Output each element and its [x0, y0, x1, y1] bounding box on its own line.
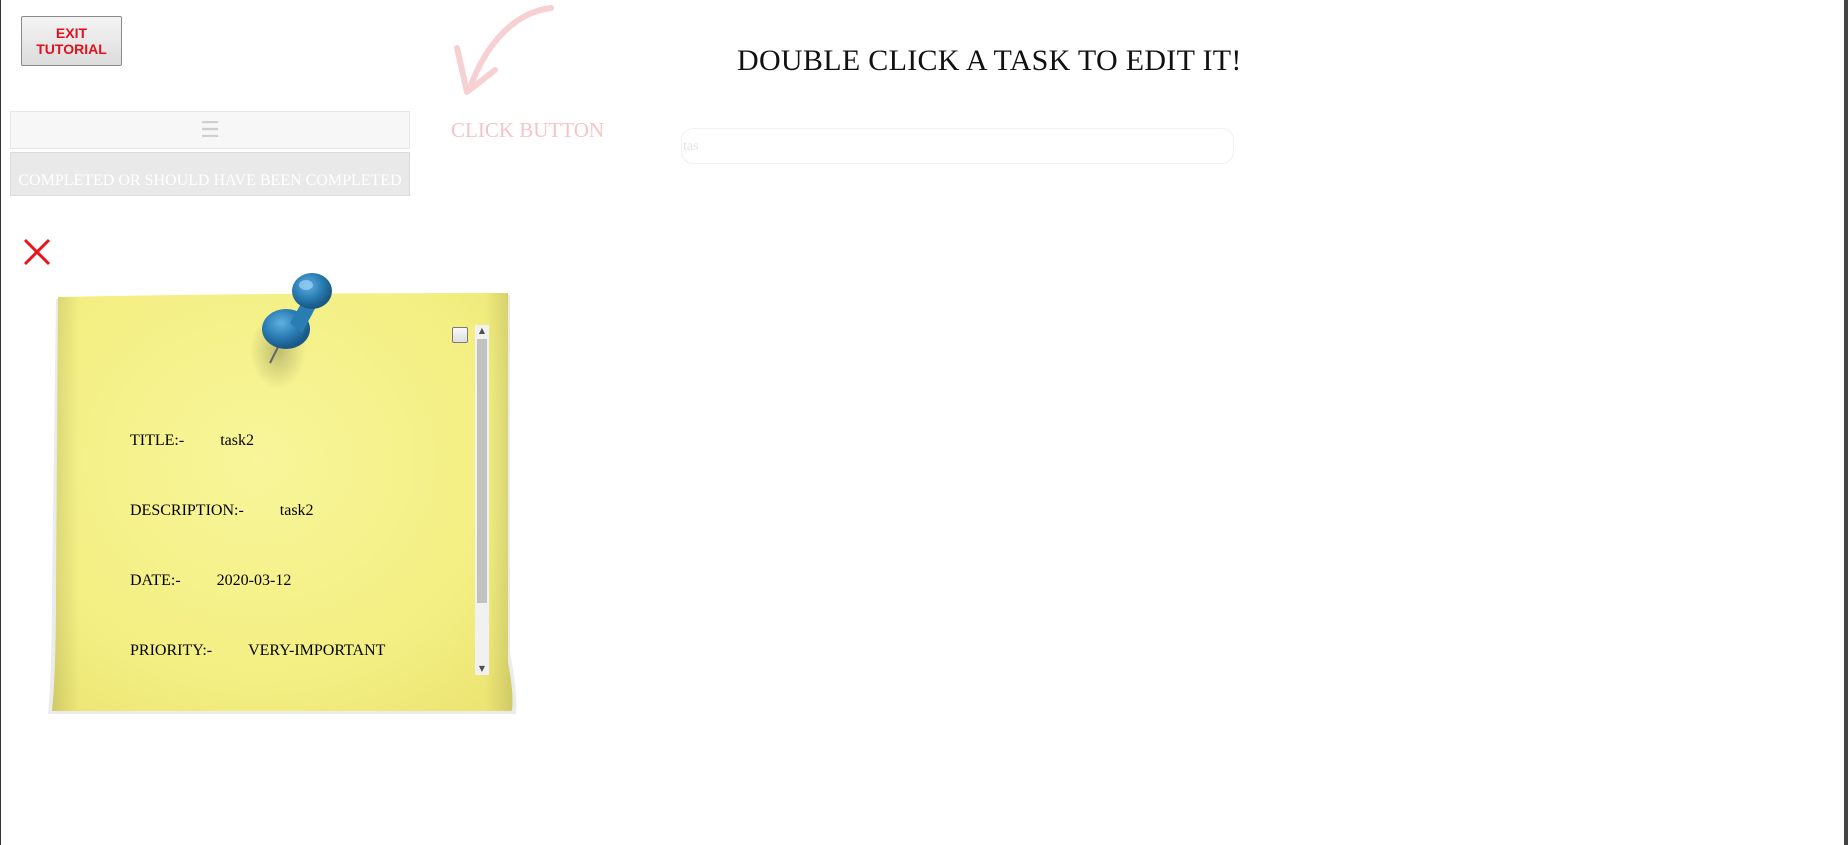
page-title: DOUBLE CLICK A TASK TO EDIT IT!	[737, 44, 1242, 77]
task-title-field: TITLE:- task2	[130, 432, 254, 450]
scroll-thumb[interactable]	[477, 339, 487, 603]
close-icon[interactable]	[21, 236, 53, 268]
field-value: 2020-03-12	[216, 572, 292, 589]
tutorial-hint: CLICK BUTTON	[451, 118, 605, 142]
field-label: DATE:-	[130, 572, 181, 589]
tab-completed[interactable]: COMPLETED OR SHOULD HAVE BEEN COMPLETED	[10, 152, 410, 196]
field-label: TITLE:-	[130, 432, 185, 449]
task-date-field: DATE:- 2020-03-12	[130, 572, 291, 590]
task-description-field: DESCRIPTION:- task2	[130, 502, 314, 520]
scroll-down-icon[interactable]: ▼	[475, 663, 489, 675]
field-label: DESCRIPTION:-	[130, 502, 244, 519]
tutorial-arrow-icon	[454, 5, 554, 95]
search-input[interactable]: tas	[681, 128, 1234, 164]
scroll-up-icon[interactable]: ▲	[475, 325, 489, 337]
field-value: task2	[279, 502, 314, 519]
pushpin-icon	[250, 273, 332, 389]
menu-toggle-button[interactable]: ☰	[10, 111, 410, 149]
tab-completed-label: COMPLETED OR SHOULD HAVE BEEN COMPLETED	[18, 172, 402, 189]
task-card[interactable]: ▲ ▼ TITLE:- task2 DESCRIPTION:- task2 DATE…	[48, 273, 518, 714]
task-complete-checkbox[interactable]	[452, 327, 468, 343]
field-value: VERY-IMPORTANT	[248, 642, 386, 659]
field-label: PRIORITY:-	[130, 642, 213, 659]
page: EXIT TUTORIAL DOUBLE CLICK A TASK TO EDI…	[0, 0, 1848, 845]
note-scrollbar[interactable]: ▲ ▼	[475, 325, 489, 675]
exit-tutorial-button[interactable]: EXIT TUTORIAL	[21, 16, 122, 66]
task-priority-field: PRIORITY:- VERY-IMPORTANT	[130, 642, 385, 660]
menu-icon: ☰	[200, 117, 220, 143]
field-value: task2	[220, 432, 254, 449]
